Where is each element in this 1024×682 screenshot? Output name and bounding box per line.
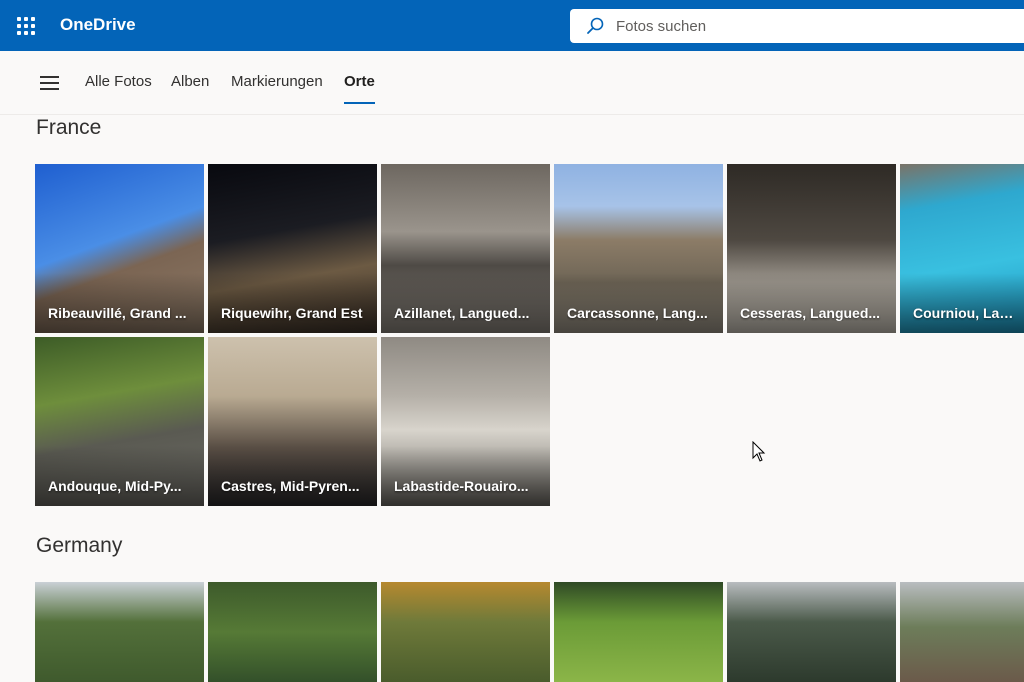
app-launcher-icon[interactable] bbox=[17, 17, 35, 35]
place-tile[interactable]: Cesseras, Langued... bbox=[727, 164, 896, 333]
place-tile[interactable]: Castres, Mid-Pyren... bbox=[208, 337, 377, 506]
search-icon bbox=[587, 17, 604, 34]
tab-alle-fotos[interactable]: Alle Fotos bbox=[85, 73, 152, 90]
place-tile[interactable] bbox=[208, 582, 377, 682]
place-tile[interactable]: Azillanet, Langued... bbox=[381, 164, 550, 333]
place-label: Azillanet, Langued... bbox=[394, 305, 530, 321]
app-title[interactable]: OneDrive bbox=[60, 15, 136, 35]
place-tile[interactable]: Labastide-Rouairo... bbox=[381, 337, 550, 506]
place-tile[interactable] bbox=[554, 582, 723, 682]
photos-nav: Alle Fotos Alben Markierungen Orte bbox=[0, 51, 1024, 115]
place-label: Castres, Mid-Pyren... bbox=[221, 478, 360, 494]
place-tile[interactable]: Carcassonne, Lang... bbox=[554, 164, 723, 333]
top-bar: OneDrive bbox=[0, 0, 1024, 51]
place-tile[interactable]: Andouque, Mid-Py... bbox=[35, 337, 204, 506]
place-label: Riquewihr, Grand Est bbox=[221, 305, 363, 321]
place-label: Cesseras, Langued... bbox=[740, 305, 881, 321]
place-label: Carcassonne, Lang... bbox=[567, 305, 708, 321]
place-tile[interactable]: Courniou, Langu bbox=[900, 164, 1024, 333]
search-input[interactable] bbox=[616, 9, 1016, 43]
place-label: Courniou, Langu bbox=[913, 305, 1016, 321]
section-title-france: France bbox=[36, 116, 102, 139]
hamburger-icon[interactable] bbox=[40, 76, 59, 90]
place-tile[interactable]: Ribeauvillé, Grand ... bbox=[35, 164, 204, 333]
place-tile[interactable]: Riquewihr, Grand Est bbox=[208, 164, 377, 333]
search-box[interactable] bbox=[570, 9, 1024, 43]
tab-orte[interactable]: Orte bbox=[344, 73, 375, 104]
place-tile[interactable] bbox=[900, 582, 1024, 682]
place-tile[interactable] bbox=[727, 582, 896, 682]
tab-alben[interactable]: Alben bbox=[171, 73, 209, 90]
place-label: Andouque, Mid-Py... bbox=[48, 478, 182, 494]
mouse-cursor-icon bbox=[752, 441, 766, 462]
place-tile[interactable] bbox=[381, 582, 550, 682]
section-title-germany: Germany bbox=[36, 534, 123, 557]
place-tile[interactable] bbox=[35, 582, 204, 682]
place-label: Labastide-Rouairo... bbox=[394, 478, 529, 494]
place-label: Ribeauvillé, Grand ... bbox=[48, 305, 187, 321]
tab-markierungen[interactable]: Markierungen bbox=[231, 73, 323, 90]
